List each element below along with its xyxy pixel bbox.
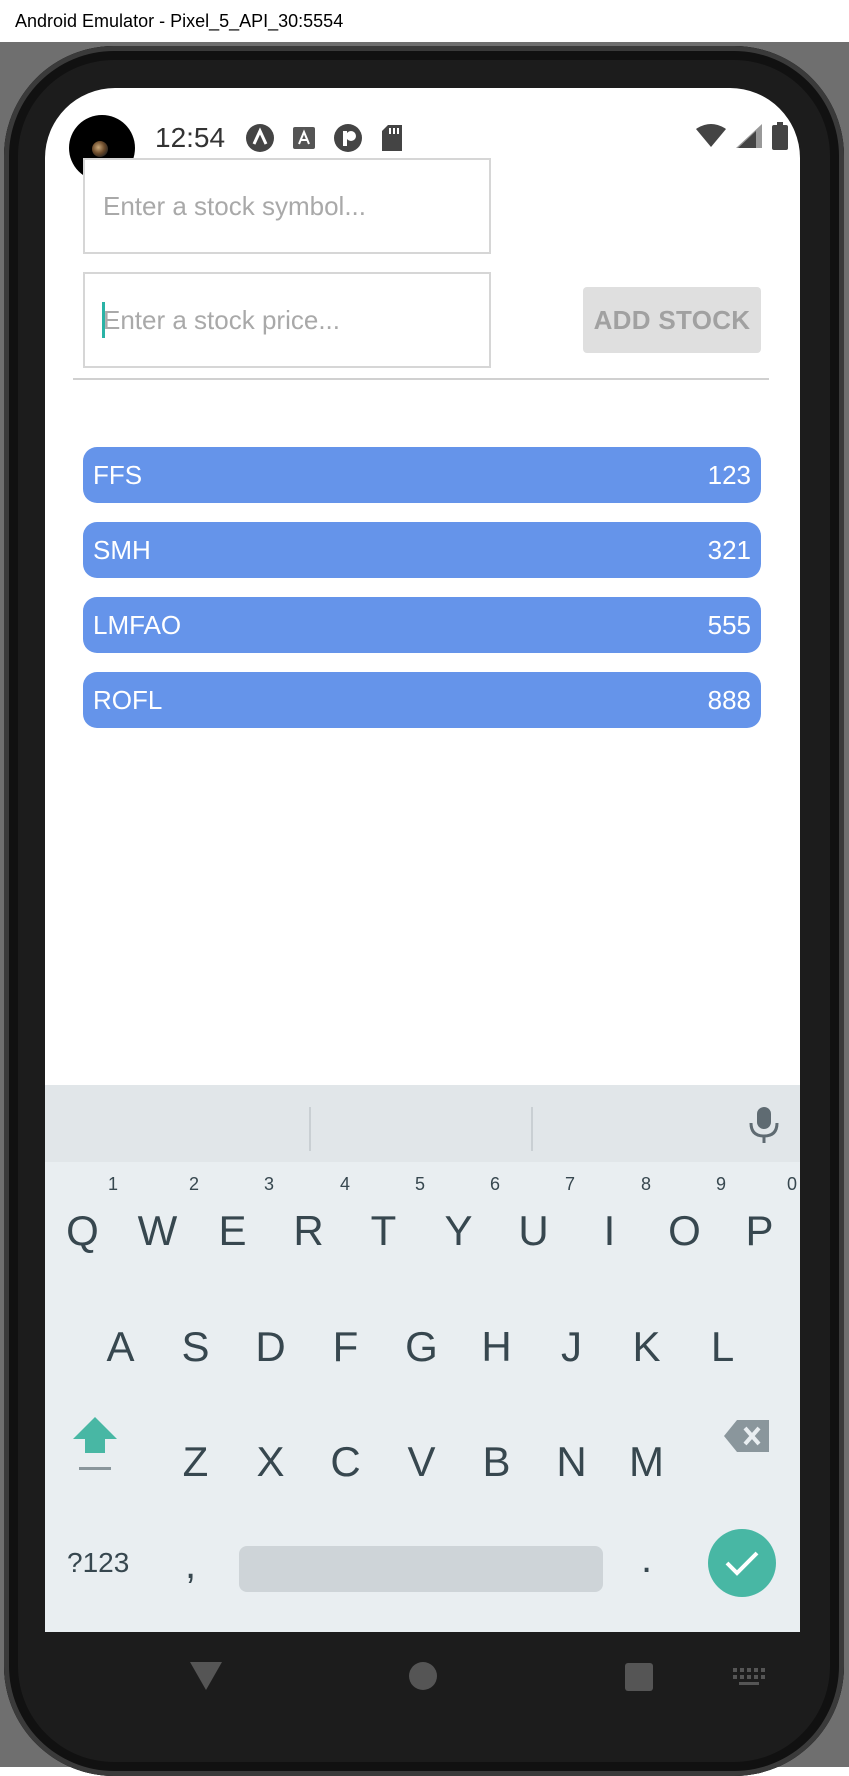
key-hint: 4 xyxy=(339,1174,350,1194)
key-hint: 5 xyxy=(414,1174,425,1194)
key-g[interactable]: G xyxy=(384,1322,459,1372)
stock-row[interactable]: ROFL 888 xyxy=(83,672,761,728)
key-m[interactable]: M xyxy=(609,1437,684,1487)
stock-price-input[interactable]: Enter a stock price... xyxy=(83,272,491,368)
divider xyxy=(73,378,769,380)
key-r[interactable]: R4 xyxy=(271,1174,350,1256)
key-o[interactable]: O9 xyxy=(647,1174,726,1256)
key-hint: 7 xyxy=(564,1174,575,1194)
key-hint: 2 xyxy=(188,1174,199,1194)
stock-symbol-placeholder: Enter a stock symbol... xyxy=(103,191,366,221)
key-hint: 1 xyxy=(107,1174,118,1194)
back-triangle-icon[interactable] xyxy=(190,1662,222,1692)
suggestion-divider xyxy=(309,1107,311,1151)
key-a[interactable]: A xyxy=(83,1322,158,1372)
font-a-icon xyxy=(289,123,319,153)
stock-symbol: FFS xyxy=(93,460,143,490)
symbols-key[interactable]: ?123 xyxy=(67,1547,129,1579)
sd-card-icon xyxy=(377,123,407,153)
key-label: W xyxy=(137,1207,178,1254)
key-hint: 0 xyxy=(786,1174,797,1194)
key-label: I xyxy=(603,1207,616,1254)
status-notification-icons xyxy=(245,122,407,154)
shift-key[interactable] xyxy=(71,1415,119,1480)
key-label: Y xyxy=(444,1207,473,1254)
key-q[interactable]: Q1 xyxy=(45,1174,120,1256)
key-label: E xyxy=(218,1207,247,1254)
key-x[interactable]: X xyxy=(233,1437,308,1487)
keyboard-icon[interactable] xyxy=(733,1668,765,1686)
stock-price: 888 xyxy=(707,685,751,715)
stock-price: 321 xyxy=(707,535,751,565)
stock-row[interactable]: FFS 123 xyxy=(83,447,761,503)
stock-price: 555 xyxy=(707,610,751,640)
key-s[interactable]: S xyxy=(158,1322,233,1372)
stock-price-placeholder: Enter a stock price... xyxy=(103,305,340,335)
stock-row[interactable]: LMFAO 555 xyxy=(83,597,761,653)
wifi-icon xyxy=(696,124,726,147)
key-label: U xyxy=(518,1207,549,1254)
backspace-icon xyxy=(724,1420,769,1452)
key-k[interactable]: K xyxy=(609,1322,684,1372)
key-hint: 8 xyxy=(640,1174,651,1194)
backspace-key[interactable] xyxy=(723,1418,771,1459)
key-v[interactable]: V xyxy=(384,1437,459,1487)
key-label: T xyxy=(370,1207,397,1254)
stock-row[interactable]: SMH 321 xyxy=(83,522,761,578)
add-stock-button[interactable]: ADD STOCK xyxy=(583,287,761,353)
stock-symbol: SMH xyxy=(93,535,151,565)
checkmark-icon xyxy=(725,1551,759,1576)
key-d[interactable]: D xyxy=(233,1322,308,1372)
key-h[interactable]: H xyxy=(459,1322,534,1372)
navigation-bar xyxy=(45,1632,800,1724)
key-j[interactable]: J xyxy=(534,1322,609,1372)
key-label: P xyxy=(745,1207,774,1254)
comma-key[interactable]: , xyxy=(185,1543,196,1588)
stock-symbol: LMFAO xyxy=(93,610,182,640)
status-system-icons xyxy=(696,122,788,150)
key-w[interactable]: W2 xyxy=(120,1174,199,1256)
key-label: R xyxy=(293,1207,324,1254)
window-title: Android Emulator - Pixel_5_API_30:5554 xyxy=(15,11,344,31)
suggestion-divider xyxy=(531,1107,533,1151)
key-e[interactable]: E3 xyxy=(195,1174,274,1256)
key-i[interactable]: I8 xyxy=(572,1174,651,1256)
key-u[interactable]: U7 xyxy=(496,1174,575,1256)
soft-keyboard: Q1 W2 E3 R4 T5 Y6 U7 I8 O9 P0 A S D F G … xyxy=(45,1085,800,1632)
stock-list: FFS 123 SMH 321 LMFAO 555 ROFL 888 xyxy=(83,447,761,747)
period-key[interactable]: . xyxy=(641,1537,652,1582)
stock-symbol-input[interactable]: Enter a stock symbol... xyxy=(83,158,491,254)
microphone-icon[interactable] xyxy=(746,1105,782,1145)
key-hint: 9 xyxy=(715,1174,726,1194)
key-n[interactable]: N xyxy=(534,1437,609,1487)
shift-arrow-icon xyxy=(73,1417,117,1470)
a-icon xyxy=(245,123,275,153)
key-label: Q xyxy=(66,1207,99,1254)
suggestion-bar xyxy=(45,1085,800,1162)
key-hint: 3 xyxy=(263,1174,274,1194)
stock-symbol: ROFL xyxy=(93,685,163,715)
r-icon xyxy=(333,123,363,153)
key-y[interactable]: Y6 xyxy=(421,1174,500,1256)
camera-lens-icon xyxy=(92,141,108,157)
battery-icon xyxy=(772,122,788,150)
key-l[interactable]: L xyxy=(685,1322,760,1372)
key-z[interactable]: Z xyxy=(158,1437,233,1487)
key-label: O xyxy=(668,1207,701,1254)
signal-icon xyxy=(736,124,762,148)
stock-price: 123 xyxy=(707,460,751,490)
enter-key[interactable] xyxy=(708,1529,776,1597)
recents-square-icon[interactable] xyxy=(625,1663,653,1691)
key-b[interactable]: B xyxy=(459,1437,534,1487)
key-c[interactable]: C xyxy=(308,1437,383,1487)
home-circle-icon[interactable] xyxy=(409,1662,437,1690)
status-time: 12:54 xyxy=(155,122,226,153)
key-f[interactable]: F xyxy=(308,1322,383,1372)
space-key[interactable] xyxy=(239,1546,603,1592)
key-hint: 6 xyxy=(489,1174,500,1194)
key-p[interactable]: P0 xyxy=(722,1174,797,1256)
key-t[interactable]: T5 xyxy=(346,1174,425,1256)
phone-screen: 12:54 Enter a stock symbol... Enter a st… xyxy=(45,88,800,1632)
window-titlebar: Android Emulator - Pixel_5_API_30:5554 xyxy=(0,0,849,42)
